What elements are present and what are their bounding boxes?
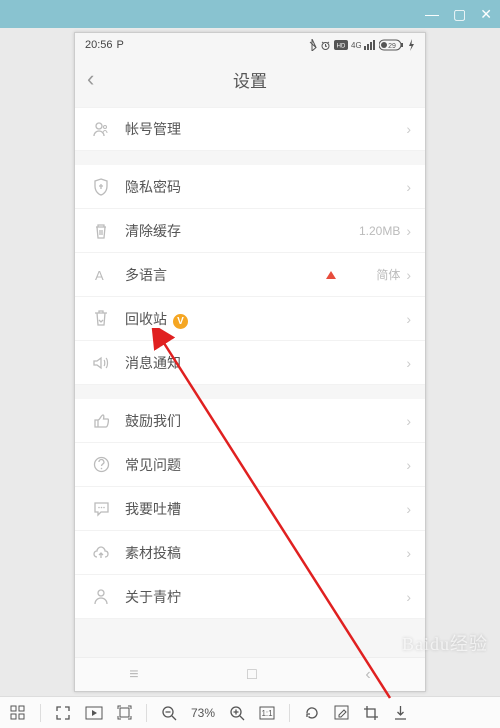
bluetooth-icon xyxy=(307,39,317,51)
row-submit[interactable]: 素材投稿 › xyxy=(75,531,425,575)
row-privacy[interactable]: 隐私密码 › xyxy=(75,165,425,209)
thumbs-up-icon xyxy=(89,413,113,429)
recycle-bin-icon xyxy=(89,310,113,328)
user-icon xyxy=(89,120,113,138)
signal-4g-icon: 4G xyxy=(351,40,361,50)
row-account[interactable]: 帐号管理 › xyxy=(75,107,425,151)
chat-icon xyxy=(89,501,113,517)
battery-icon: 29 xyxy=(379,39,405,51)
status-p-icon: P xyxy=(117,39,124,51)
svg-text:1:1: 1:1 xyxy=(261,709,273,718)
svg-text:29: 29 xyxy=(388,43,396,50)
zoom-level[interactable]: 73% xyxy=(191,706,215,720)
nav-home-icon[interactable]: □ xyxy=(247,666,257,684)
row-label: 帐号管理 xyxy=(125,119,406,139)
fullscreen-icon[interactable] xyxy=(117,705,132,720)
row-label: 常见问题 xyxy=(125,455,406,475)
row-label: 隐私密码 xyxy=(125,177,406,197)
row-encourage[interactable]: 鼓励我们 › xyxy=(75,399,425,443)
chevron-right-icon: › xyxy=(406,355,411,371)
charging-icon xyxy=(408,39,415,51)
chevron-right-icon: › xyxy=(406,179,411,195)
row-label: 清除缓存 xyxy=(125,221,359,241)
actual-size-icon[interactable]: 1:1 xyxy=(259,706,275,720)
row-value: 1.20MB xyxy=(359,224,400,238)
phone-status-bar: 20:56 P HD 4G 29 xyxy=(75,33,425,57)
person-icon xyxy=(89,588,113,605)
viewer-toolbar: 73% 1:1 xyxy=(0,696,500,728)
download-icon[interactable] xyxy=(393,705,408,721)
row-cache[interactable]: 清除缓存 1.20MB › xyxy=(75,209,425,253)
row-feedback[interactable]: 我要吐槽 › xyxy=(75,487,425,531)
trash-icon xyxy=(89,222,113,240)
row-label: 素材投稿 xyxy=(125,543,406,563)
zoom-in-icon[interactable] xyxy=(229,705,245,721)
chevron-right-icon: › xyxy=(406,457,411,473)
chevron-right-icon: › xyxy=(406,223,411,239)
svg-text:HD: HD xyxy=(337,44,346,50)
svg-text:A: A xyxy=(95,268,104,283)
chevron-right-icon: › xyxy=(406,589,411,605)
chevron-right-icon: › xyxy=(406,267,411,283)
hd-icon: HD xyxy=(334,40,348,50)
alarm-icon xyxy=(320,40,331,51)
row-label: 我要吐槽 xyxy=(125,499,406,519)
rotate-icon[interactable] xyxy=(304,705,320,721)
row-language[interactable]: A 多语言 简体 › xyxy=(75,253,425,297)
grid-icon[interactable] xyxy=(10,705,26,721)
crop-icon[interactable] xyxy=(363,705,379,721)
row-recycle[interactable]: 回收站V › xyxy=(75,297,425,341)
row-label: 关于青柠 xyxy=(125,587,406,607)
row-label: 回收站V xyxy=(125,309,406,329)
window-min-icon[interactable]: — xyxy=(425,7,439,21)
window-close-icon[interactable]: ✕ xyxy=(480,7,492,21)
shield-icon xyxy=(89,178,113,196)
row-label: 消息通知 xyxy=(125,353,406,373)
upload-cloud-icon xyxy=(89,546,113,560)
window-titlebar: — ▢ ✕ xyxy=(0,0,500,28)
chevron-right-icon: › xyxy=(406,545,411,561)
image-viewer-canvas: 20:56 P HD 4G 29 ‹ 设置 帐号管理 › xyxy=(0,28,500,696)
slideshow-icon[interactable] xyxy=(85,706,103,720)
zoom-out-icon[interactable] xyxy=(161,705,177,721)
chevron-right-icon: › xyxy=(406,311,411,327)
watermark: Baidu经验 xyxy=(402,630,488,656)
chevron-right-icon: › xyxy=(406,121,411,137)
android-nav-bar: ≡ □ ‹ xyxy=(75,657,425,691)
row-notify[interactable]: 消息通知 › xyxy=(75,341,425,385)
status-time: 20:56 xyxy=(85,39,113,51)
vip-badge-icon: V xyxy=(173,314,188,329)
fit-screen-icon[interactable] xyxy=(55,705,71,721)
row-value: 简体 xyxy=(376,266,400,283)
signal-bars-icon xyxy=(364,40,376,50)
app-header: ‹ 设置 xyxy=(75,57,425,101)
phone-screenshot: 20:56 P HD 4G 29 ‹ 设置 帐号管理 › xyxy=(74,32,426,692)
red-triangle-icon xyxy=(326,271,336,279)
chevron-right-icon: › xyxy=(406,413,411,429)
back-icon[interactable]: ‹ xyxy=(87,66,94,92)
row-faq[interactable]: 常见问题 › xyxy=(75,443,425,487)
edit-icon[interactable] xyxy=(334,705,349,720)
nav-recent-icon[interactable]: ≡ xyxy=(129,666,138,684)
help-icon xyxy=(89,456,113,473)
language-icon: A xyxy=(89,267,113,283)
page-title: 设置 xyxy=(233,67,267,92)
row-about[interactable]: 关于青柠 › xyxy=(75,575,425,619)
svg-text:4G: 4G xyxy=(351,41,361,50)
nav-back-icon[interactable]: ‹ xyxy=(365,666,370,684)
row-label: 多语言 xyxy=(125,265,318,285)
settings-list: 帐号管理 › 隐私密码 › 清除缓存 1.20MB › A 多语言 简体 › xyxy=(75,101,425,657)
speaker-icon xyxy=(89,355,113,371)
row-label: 鼓励我们 xyxy=(125,411,406,431)
chevron-right-icon: › xyxy=(406,501,411,517)
window-max-icon[interactable]: ▢ xyxy=(453,7,466,21)
